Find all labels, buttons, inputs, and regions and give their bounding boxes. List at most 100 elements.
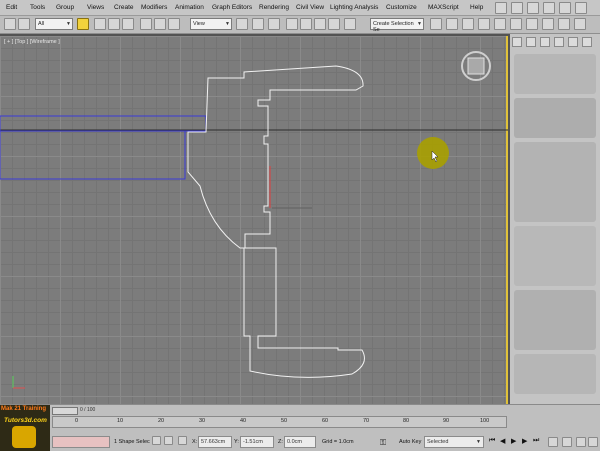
menu-lighting-analysis[interactable]: Lighting Analysis	[330, 4, 378, 11]
angle-snap-icon[interactable]	[300, 18, 312, 30]
menu-views[interactable]: Views	[87, 4, 104, 11]
help-icon[interactable]	[495, 2, 507, 14]
tick-label: 20	[158, 418, 165, 424]
menu-customize[interactable]: Customize	[386, 4, 417, 11]
tick-label: 60	[322, 418, 329, 424]
rectangular-selection-icon[interactable]	[108, 18, 120, 30]
snaps-toggle-icon[interactable]	[286, 18, 298, 30]
star-icon[interactable]	[527, 2, 539, 14]
menu-tools[interactable]: Tools	[30, 4, 45, 11]
tick-label: 0	[75, 418, 79, 424]
menu-help[interactable]: Help	[470, 4, 483, 11]
command-panel-section	[514, 54, 596, 94]
scale-icon[interactable]	[168, 18, 180, 30]
menu-animation[interactable]: Animation	[175, 4, 204, 11]
teapot-logo-icon	[12, 426, 36, 448]
viewcube-icon[interactable]	[461, 51, 491, 81]
workspace-icon[interactable]	[543, 2, 555, 14]
material-editor-icon[interactable]	[526, 18, 538, 30]
hierarchy-tab-icon[interactable]	[540, 37, 550, 47]
selection-status: 1 Shape Selec	[114, 439, 150, 445]
bottom-bar: Mak 21 Training Tutors3d.com 0 / 100 0 1…	[0, 404, 600, 451]
selection-filter-dropdown[interactable]: All ▼	[35, 18, 73, 30]
window-crossing-icon[interactable]	[122, 18, 134, 30]
tick-label: 50	[281, 418, 288, 424]
tick-label: 70	[363, 418, 370, 424]
menu-graph-editors[interactable]: Graph Editors	[212, 4, 252, 11]
rotate-icon[interactable]	[154, 18, 166, 30]
pivot-center-icon[interactable]	[236, 18, 248, 30]
motion-tab-icon[interactable]	[554, 37, 564, 47]
render-production-icon[interactable]	[574, 18, 586, 30]
reference-coord-dropdown[interactable]: View ▼	[190, 18, 232, 30]
rendered-frame-icon[interactable]	[558, 18, 570, 30]
lock-selection-icon[interactable]	[152, 436, 161, 445]
key-filter-value: Selected	[427, 439, 449, 445]
menu-group[interactable]: Group	[56, 4, 74, 11]
y-coordinate-field[interactable]: -1.51cm	[240, 436, 274, 448]
reference-coord-value: View	[193, 21, 205, 27]
logo-line2: Tutors3d.com	[4, 417, 47, 424]
user-icon[interactable]	[559, 2, 571, 14]
move-icon[interactable]	[140, 18, 152, 30]
orbit-icon[interactable]	[588, 437, 598, 447]
menu-edit[interactable]: Edit	[6, 4, 17, 11]
mirror-icon[interactable]	[430, 18, 442, 30]
modify-tab-icon[interactable]	[526, 37, 536, 47]
pan-icon[interactable]	[576, 437, 586, 447]
undo-icon[interactable]	[4, 18, 16, 30]
tick-label: 10	[117, 418, 124, 424]
display-tab-icon[interactable]	[568, 37, 578, 47]
zoom-all-icon[interactable]	[562, 437, 572, 447]
command-panel-section	[514, 142, 596, 222]
menu-maxscript[interactable]: MAXScript	[428, 4, 459, 11]
curve-editor-icon[interactable]	[494, 18, 506, 30]
selection-filter-value: All	[38, 21, 45, 27]
menu-create[interactable]: Create	[114, 4, 134, 11]
main-toolbar: All ▼ View ▼ Create Selection Se ▼	[0, 16, 600, 34]
select-by-name-icon[interactable]	[94, 18, 106, 30]
grid-size-status: Grid = 1.0cm	[322, 439, 354, 445]
settings-icon[interactable]	[575, 2, 587, 14]
select-object-icon[interactable]	[77, 18, 89, 30]
select-manipulate-icon[interactable]	[252, 18, 264, 30]
zoom-icon[interactable]	[548, 437, 558, 447]
command-panel-tabs	[510, 36, 600, 48]
percent-snap-icon[interactable]	[314, 18, 326, 30]
align-icon[interactable]	[446, 18, 458, 30]
next-frame-icon[interactable]: ▶	[522, 437, 527, 445]
keyboard-shortcut-icon[interactable]	[268, 18, 280, 30]
go-to-start-icon[interactable]: ⏮	[489, 437, 495, 445]
render-setup-icon[interactable]	[542, 18, 554, 30]
edit-named-selection-icon[interactable]	[344, 18, 356, 30]
schematic-view-icon[interactable]	[510, 18, 522, 30]
world-axis-tripod-icon	[12, 376, 25, 389]
create-tab-icon[interactable]	[512, 37, 522, 47]
z-coordinate-field[interactable]: 0.0cm	[284, 436, 316, 448]
spinner-snap-icon[interactable]	[328, 18, 340, 30]
named-selection-set-placeholder: Create Selection Se	[373, 21, 414, 33]
search-icon[interactable]	[511, 2, 523, 14]
graphite-toggle-icon[interactable]	[478, 18, 490, 30]
isolate-icon[interactable]	[164, 436, 173, 445]
selected-shape-outline	[187, 65, 365, 378]
x-coordinate-field[interactable]: 57.663cm	[198, 436, 232, 448]
previous-frame-icon[interactable]: ◀	[500, 437, 505, 445]
time-slider[interactable]	[52, 407, 78, 415]
layer-manager-icon[interactable]	[462, 18, 474, 30]
maxscript-listener[interactable]	[52, 436, 110, 448]
top-viewport[interactable]: [ + ] [Top ] [Wireframe ]	[0, 36, 508, 404]
menu-civil-view[interactable]: Civil View	[296, 4, 324, 11]
absolute-mode-icon[interactable]	[178, 436, 187, 445]
key-filter-dropdown[interactable]: Selected ▼	[424, 436, 484, 448]
link-icon[interactable]	[18, 18, 30, 30]
play-icon[interactable]: ▶	[511, 437, 516, 445]
menu-modifiers[interactable]: Modifiers	[141, 4, 167, 11]
named-selection-set-dropdown[interactable]: Create Selection Se ▼	[370, 18, 424, 33]
key-icon[interactable]: ⚿	[380, 438, 386, 448]
utilities-tab-icon[interactable]	[582, 37, 592, 47]
go-to-end-icon[interactable]: ⏭	[533, 437, 539, 445]
auto-key-button[interactable]: Auto Key	[399, 439, 421, 445]
y-label: Y:	[234, 439, 239, 445]
menu-rendering[interactable]: Rendering	[259, 4, 289, 11]
